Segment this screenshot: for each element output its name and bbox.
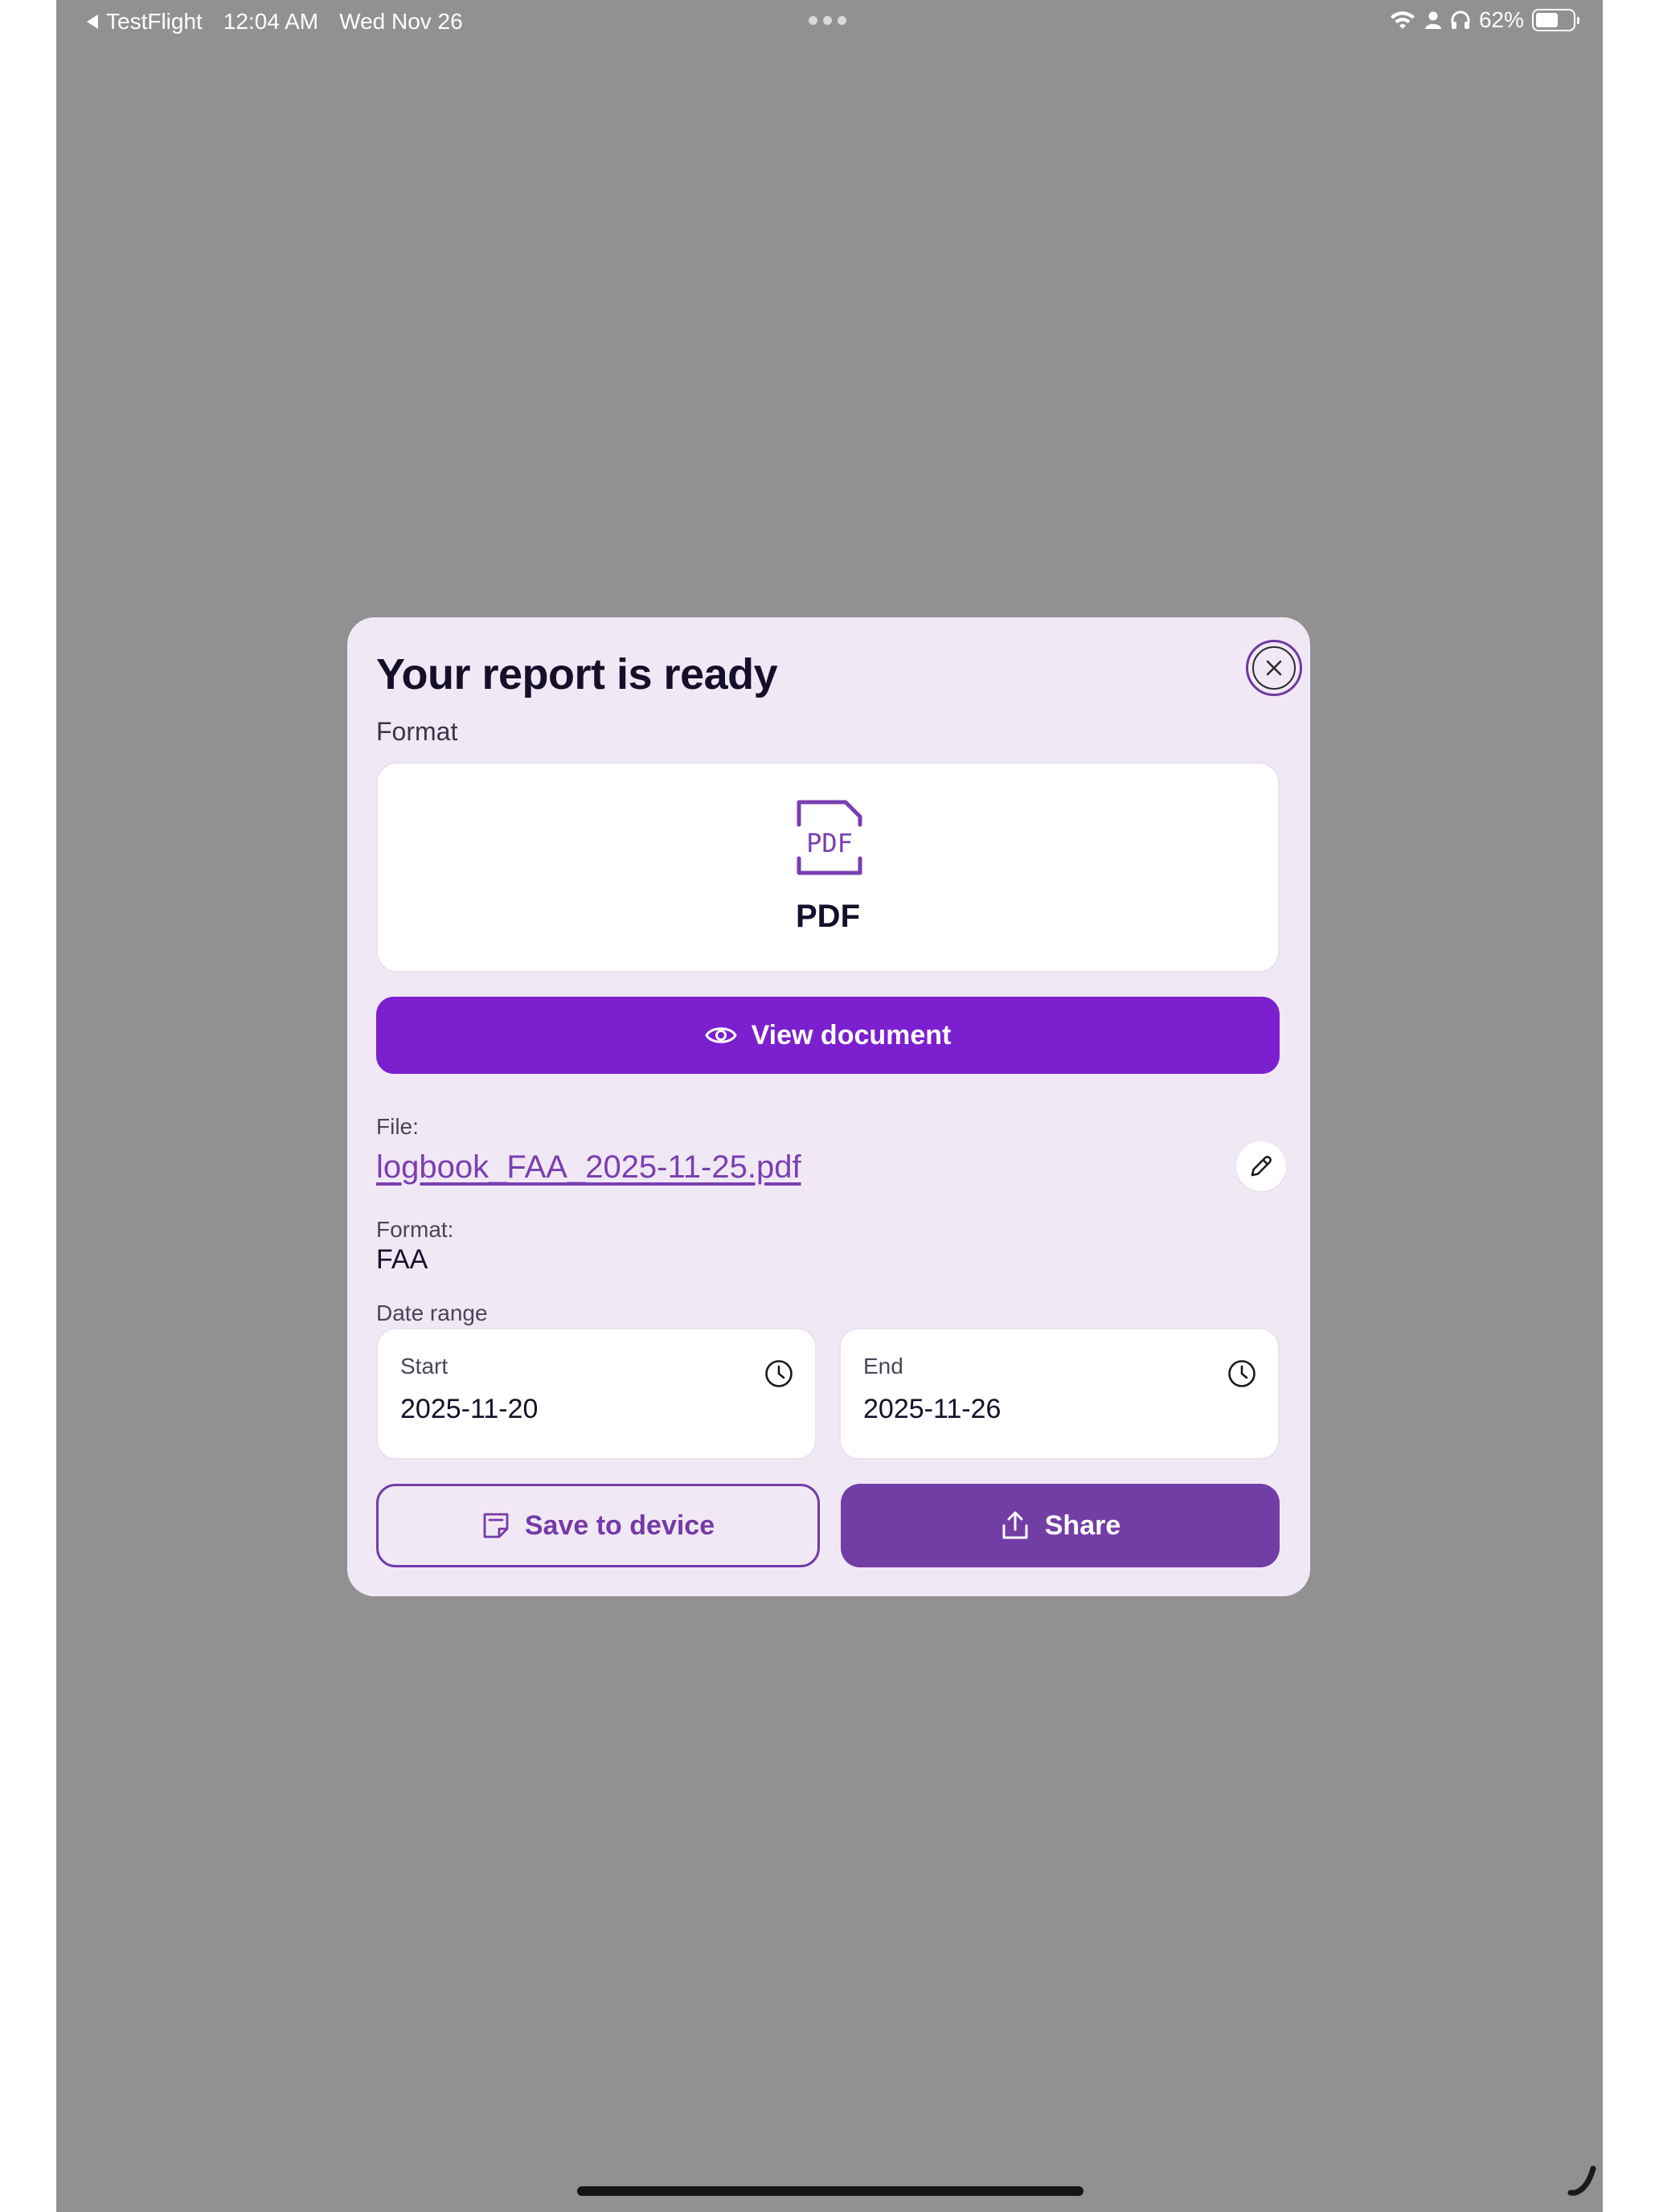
battery-percent: 62% xyxy=(1478,7,1524,32)
end-date-value: 2025-11-26 xyxy=(863,1394,1002,1424)
start-date-label: Start xyxy=(400,1354,449,1378)
edit-filename-button[interactable] xyxy=(1236,1141,1286,1191)
start-date-value: 2025-11-20 xyxy=(400,1394,539,1424)
person-icon xyxy=(1424,11,1441,29)
status-date: Wed Nov 26 xyxy=(339,9,463,34)
close-button[interactable] xyxy=(1246,640,1302,696)
app-screen: TestFlight 12:04 AM Wed Nov 26 62% Your … xyxy=(56,0,1603,2212)
pencil-icon xyxy=(1251,1156,1272,1177)
close-icon xyxy=(1252,646,1296,690)
assistive-touch-icon[interactable] xyxy=(1567,2162,1603,2198)
status-bar-left: TestFlight 12:04 AM Wed Nov 26 xyxy=(87,9,463,35)
eye-icon xyxy=(704,1027,737,1043)
start-date-field[interactable]: Start 2025-11-20 xyxy=(376,1328,817,1460)
end-date-label: End xyxy=(863,1354,903,1378)
file-label: File: xyxy=(376,1114,419,1139)
format-card-pdf[interactable]: PDF PDF xyxy=(376,762,1280,973)
back-arrow-icon[interactable] xyxy=(87,14,98,29)
pdf-icon-text: PDF xyxy=(806,828,853,858)
report-format-label: Format: xyxy=(376,1217,454,1242)
status-time: 12:04 AM xyxy=(223,9,319,34)
share-button[interactable]: Share xyxy=(841,1484,1280,1567)
headphones-icon xyxy=(1451,10,1470,29)
save-to-device-button[interactable]: Save to device xyxy=(376,1484,820,1567)
save-file-icon xyxy=(483,1513,509,1538)
date-range-label: Date range xyxy=(376,1301,488,1325)
share-icon xyxy=(1002,1511,1028,1539)
view-document-label: View document xyxy=(751,1019,952,1051)
back-to-app-link[interactable]: TestFlight xyxy=(106,9,203,35)
home-indicator[interactable] xyxy=(577,2186,1083,2196)
wifi-icon xyxy=(1390,11,1415,29)
pdf-file-icon: PDF xyxy=(797,800,862,875)
battery-fill xyxy=(1536,13,1559,27)
status-bar: TestFlight 12:04 AM Wed Nov 26 62% xyxy=(56,0,1603,45)
modal-title: Your report is ready xyxy=(376,650,778,698)
status-bar-right: 62% xyxy=(1389,7,1579,33)
format-section-label: Format xyxy=(376,717,458,746)
clock-icon xyxy=(1228,1360,1256,1387)
battery-icon xyxy=(1532,9,1579,31)
file-name-link[interactable]: logbook_FAA_2025-11-25.pdf xyxy=(376,1149,801,1186)
report-format-value: FAA xyxy=(376,1244,428,1275)
end-date-field[interactable]: End 2025-11-26 xyxy=(839,1328,1280,1460)
report-ready-modal: Your report is ready Format PDF PDF View xyxy=(347,617,1310,1596)
save-to-device-label: Save to device xyxy=(524,1509,715,1541)
view-document-button[interactable]: View document xyxy=(376,997,1280,1074)
multitasking-dots-icon[interactable] xyxy=(809,16,846,25)
share-label: Share xyxy=(1044,1509,1121,1541)
format-card-name: PDF xyxy=(796,899,860,934)
clock-icon xyxy=(765,1360,793,1387)
